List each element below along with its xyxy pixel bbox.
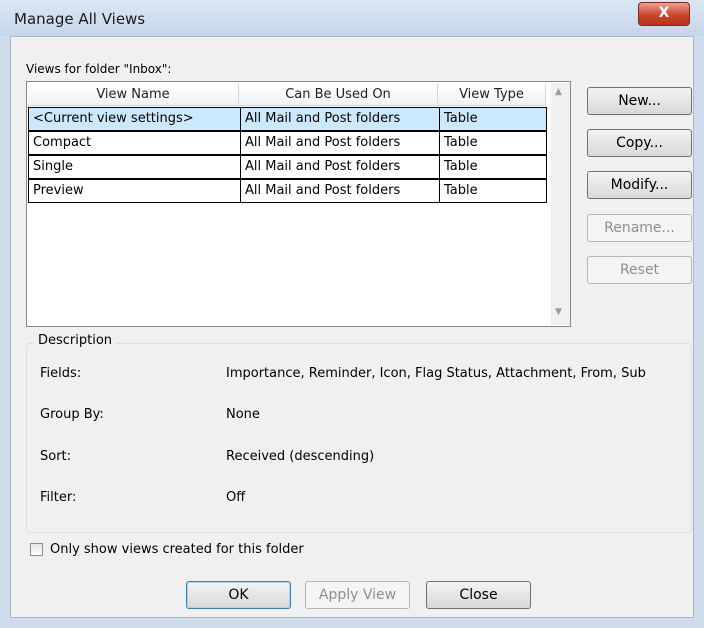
table-row[interactable]: <Current view settings> All Mail and Pos… (28, 107, 547, 131)
column-header-can-be-used-on[interactable]: Can Be Used On (239, 84, 438, 106)
used-on-cell: All Mail and Post folders (240, 132, 439, 154)
view-type-cell: Table (439, 108, 547, 130)
scroll-up-icon[interactable]: ▲ (555, 87, 562, 97)
vertical-scrollbar[interactable]: ▲ ▼ (551, 83, 570, 325)
view-type-cell: Table (439, 132, 547, 154)
table-row[interactable]: Compact All Mail and Post folders Table (28, 131, 547, 155)
filter-label: Filter: (40, 490, 77, 505)
views-for-folder-label: Views for folder "Inbox": (26, 62, 172, 76)
view-type-cell: Table (439, 156, 547, 178)
view-name-cell: Preview (33, 183, 84, 198)
title-bar: Manage All Views X (0, 0, 704, 36)
close-window-button[interactable]: X (638, 2, 690, 26)
group-by-value: None (226, 407, 260, 422)
ok-button[interactable]: OK (186, 581, 291, 609)
sort-label: Sort: (40, 449, 72, 464)
view-name-cell: <Current view settings> (33, 111, 194, 126)
group-by-label: Group By: (40, 407, 104, 422)
table-row[interactable]: Preview All Mail and Post folders Table (28, 179, 547, 203)
description-legend: Description (34, 333, 117, 348)
modify-view-button[interactable]: Modify... (587, 171, 692, 199)
close-icon: X (658, 5, 670, 21)
reset-view-button[interactable]: Reset (587, 256, 692, 284)
dialog-title: Manage All Views (14, 10, 146, 28)
copy-view-button[interactable]: Copy... (587, 129, 692, 157)
filter-value: Off (226, 490, 246, 505)
fields-label: Fields: (40, 366, 82, 381)
fields-value: Importance, Reminder, Icon, Flag Status,… (226, 366, 646, 381)
view-type-cell: Table (439, 180, 547, 202)
column-header-view-type[interactable]: View Type (438, 84, 546, 106)
table-row[interactable]: Single All Mail and Post folders Table (28, 155, 547, 179)
scroll-down-icon[interactable]: ▼ (555, 307, 562, 317)
view-name-cell: Single (33, 159, 73, 174)
close-button[interactable]: Close (426, 581, 531, 609)
new-view-button[interactable]: New... (587, 87, 692, 115)
used-on-cell: All Mail and Post folders (240, 108, 439, 130)
sort-value: Received (descending) (226, 449, 375, 464)
views-list[interactable]: View Name Can Be Used On View Type <Curr… (26, 81, 571, 327)
view-name-cell: Compact (33, 135, 92, 150)
manage-views-dialog: Manage All Views X Views for folder "Inb… (0, 0, 704, 628)
rename-view-button[interactable]: Rename... (587, 214, 692, 242)
apply-view-button[interactable]: Apply View (305, 581, 410, 609)
only-show-folder-views-checkbox[interactable] (30, 543, 43, 556)
used-on-cell: All Mail and Post folders (240, 156, 439, 178)
column-header-view-name[interactable]: View Name (28, 84, 239, 106)
only-show-folder-views-label[interactable]: Only show views created for this folder (50, 542, 304, 557)
used-on-cell: All Mail and Post folders (240, 180, 439, 202)
